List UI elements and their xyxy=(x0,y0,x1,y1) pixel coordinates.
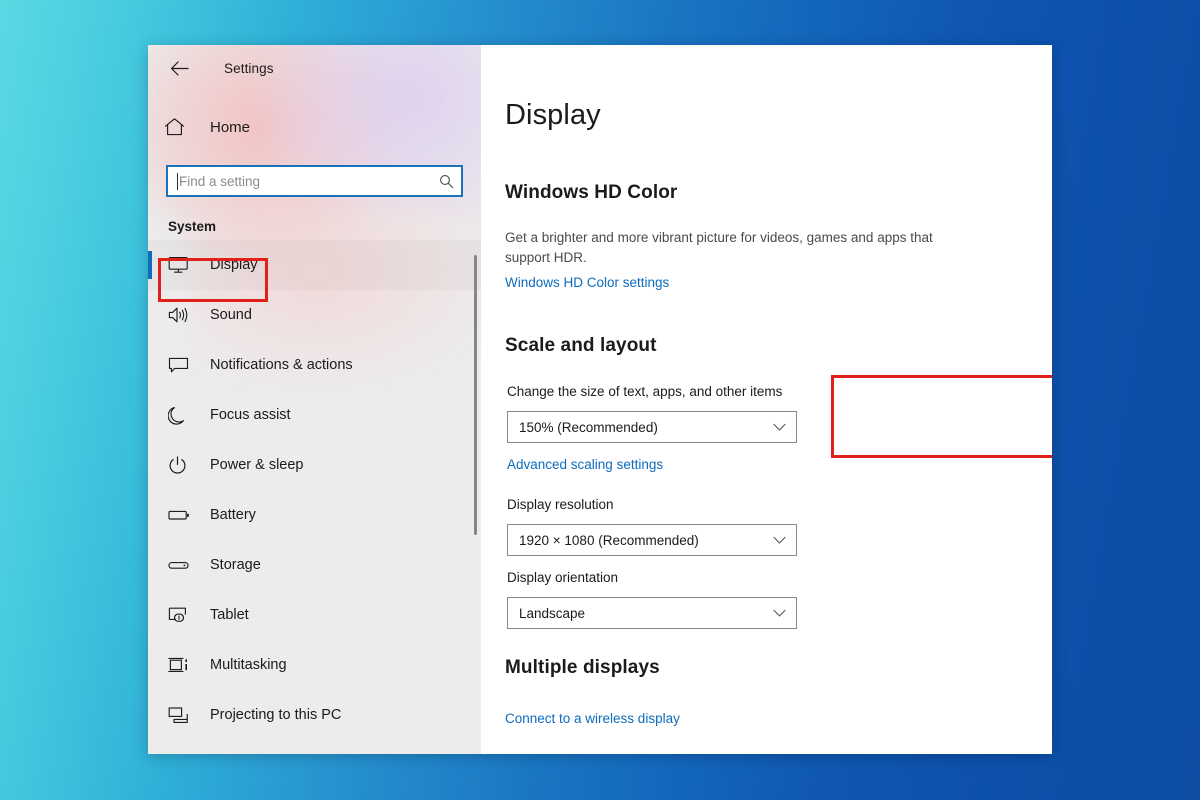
chevron-down-icon xyxy=(773,536,786,545)
sidebar-item-storage-label: Storage xyxy=(210,557,261,573)
power-icon xyxy=(168,455,194,475)
display-settings-panel: Display Windows HD Color Get a brighter … xyxy=(481,45,1052,754)
sidebar-item-notifications[interactable]: Notifications & actions xyxy=(148,340,481,390)
advanced-scaling-settings-link[interactable]: Advanced scaling settings xyxy=(507,457,663,472)
sidebar-item-display-label: Display xyxy=(210,257,258,273)
moon-icon xyxy=(168,406,194,425)
notification-icon xyxy=(168,356,194,374)
scale-dropdown-value: 150% (Recommended) xyxy=(519,419,658,435)
sidebar-nav-list: Display Sound Notifications & actions Fo… xyxy=(148,240,481,740)
orientation-dropdown-value: Landscape xyxy=(519,605,586,621)
sidebar-item-power-sleep[interactable]: Power & sleep xyxy=(148,440,481,490)
sidebar-item-home[interactable]: Home xyxy=(148,105,481,149)
sidebar-item-focus-assist-label: Focus assist xyxy=(210,407,291,423)
search-input[interactable] xyxy=(179,173,439,189)
resolution-field-label: Display resolution xyxy=(507,497,614,512)
scale-field-label: Change the size of text, apps, and other… xyxy=(507,384,783,399)
sidebar-item-tablet[interactable]: Tablet xyxy=(148,590,481,640)
resolution-dropdown[interactable]: 1920 × 1080 (Recommended) xyxy=(507,524,797,556)
sidebar-item-storage[interactable]: Storage xyxy=(148,540,481,590)
sidebar-item-projecting[interactable]: Projecting to this PC xyxy=(148,690,481,740)
sidebar-item-battery[interactable]: Battery xyxy=(148,490,481,540)
section-heading-scale-and-layout: Scale and layout xyxy=(505,335,657,356)
settings-window: Settings Home System xyxy=(148,45,1052,754)
sidebar-item-battery-label: Battery xyxy=(210,507,256,523)
section-heading-hd-color: Windows HD Color xyxy=(505,182,678,203)
section-heading-multiple-displays: Multiple displays xyxy=(505,657,660,678)
hd-color-settings-link[interactable]: Windows HD Color settings xyxy=(505,275,669,290)
projecting-icon xyxy=(168,706,194,724)
search-box[interactable] xyxy=(166,165,463,197)
sidebar-item-focus-assist[interactable]: Focus assist xyxy=(148,390,481,440)
sidebar-item-display[interactable]: Display xyxy=(148,240,481,290)
sidebar-item-notifications-label: Notifications & actions xyxy=(210,357,353,373)
settings-sidebar: Settings Home System xyxy=(148,45,481,754)
home-icon xyxy=(164,117,194,137)
resolution-dropdown-value: 1920 × 1080 (Recommended) xyxy=(519,532,699,548)
speaker-icon xyxy=(168,306,194,324)
scale-dropdown[interactable]: 150% (Recommended) xyxy=(507,411,797,443)
sidebar-scrollbar[interactable] xyxy=(474,255,477,535)
sidebar-group-title: System xyxy=(168,219,217,234)
hd-color-description: Get a brighter and more vibrant picture … xyxy=(505,230,933,266)
orientation-dropdown[interactable]: Landscape xyxy=(507,597,797,629)
storage-icon xyxy=(168,558,194,572)
back-arrow-icon[interactable] xyxy=(164,53,194,83)
annotation-highlight-scale-control xyxy=(831,375,1052,458)
sidebar-item-home-label: Home xyxy=(210,118,251,136)
chevron-down-icon xyxy=(773,609,786,618)
sidebar-item-sound[interactable]: Sound xyxy=(148,290,481,340)
chevron-down-icon xyxy=(773,423,786,432)
orientation-field-label: Display orientation xyxy=(507,570,619,585)
sidebar-item-multitasking-label: Multitasking xyxy=(210,657,287,673)
page-title: Display xyxy=(505,99,601,131)
sidebar-item-multitasking[interactable]: Multitasking xyxy=(148,640,481,690)
tablet-icon xyxy=(168,606,194,624)
sidebar-item-sound-label: Sound xyxy=(210,307,252,323)
multitasking-icon xyxy=(168,656,194,674)
window-title: Settings xyxy=(224,60,274,76)
connect-wireless-display-link[interactable]: Connect to a wireless display xyxy=(505,711,680,726)
text-caret xyxy=(177,172,178,190)
battery-icon xyxy=(168,508,194,522)
sidebar-header: Settings xyxy=(148,45,481,91)
monitor-icon xyxy=(168,256,194,274)
sidebar-item-projecting-label: Projecting to this PC xyxy=(210,707,342,723)
sidebar-item-power-sleep-label: Power & sleep xyxy=(210,457,304,473)
sidebar-item-tablet-label: Tablet xyxy=(210,607,249,623)
search-icon[interactable] xyxy=(439,174,454,189)
